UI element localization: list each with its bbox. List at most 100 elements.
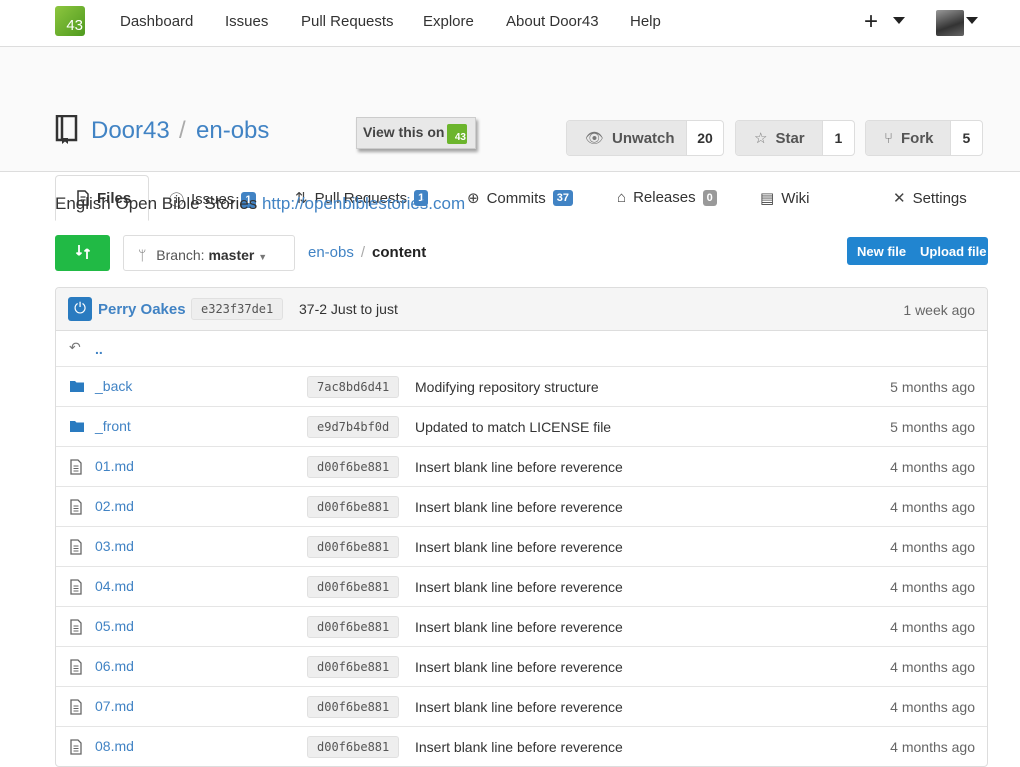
file-commit-sha[interactable]: d00f6be881 [307,736,400,758]
file-name-link[interactable]: 01.md [95,458,134,474]
file-commit-message[interactable]: Insert blank line before reverence [415,459,623,475]
file-commit-message[interactable]: Insert blank line before reverence [415,499,623,515]
file-row[interactable]: 06.md d00f6be881 Insert blank line before … [56,647,987,687]
releases-count-badge: 0 [702,189,717,206]
file-commit-message[interactable]: Insert blank line before reverence [415,739,623,755]
file-name-link[interactable]: 03.md [95,538,134,554]
file-name-link[interactable]: _back [95,378,132,394]
file-name-link[interactable]: 07.md [95,698,134,714]
compare-button[interactable] [55,235,110,271]
star-button[interactable]: ☆ Star [736,121,823,155]
file-row[interactable]: _back 7ac8bd6d41 Modifying repository stru… [56,367,987,407]
watch-count[interactable]: 20 [687,121,723,155]
repo-owner-link[interactable]: Door43 [91,117,170,145]
file-text-icon [69,579,83,598]
file-commit-sha[interactable]: d00f6be881 [307,576,400,598]
branch-selector[interactable]: ᛘ Branch: master ▼ [123,235,295,271]
file-row[interactable]: 04.md d00f6be881 Insert blank line before … [56,567,987,607]
door43-logo[interactable]: 43 [55,6,85,36]
tab-commits-label: Commits [486,189,546,207]
nav-about-door43[interactable]: About Door43 [506,13,599,30]
file-name-link[interactable]: _front [95,418,131,434]
user-dropdown-caret-icon[interactable] [966,17,978,24]
file-commit-message[interactable]: Insert blank line before reverence [415,659,623,675]
create-dropdown-caret-icon[interactable] [893,17,905,24]
file-commit-message[interactable]: Insert blank line before reverence [415,619,623,635]
fork-button-group[interactable]: ⑂ Fork 5 [865,120,983,156]
upload-file-button[interactable]: Upload file [910,237,986,265]
file-commit-message[interactable]: Updated to match LICENSE file [415,419,611,435]
user-avatar[interactable] [936,10,964,36]
file-commit-time: 4 months ago [890,619,975,635]
breadcrumb-current: content [372,244,427,261]
fork-count[interactable]: 5 [951,121,982,155]
repo-description-text: English Open Bible Stories [55,194,258,213]
folder-icon [69,419,85,436]
branch-name: master [208,247,255,263]
file-row[interactable]: _front e9d7b4bf0d Updated to match LICENSE… [56,407,987,447]
breadcrumb-root-link[interactable]: en-obs [308,244,354,261]
tab-wiki[interactable]: ▤ Wiki [760,189,810,208]
file-name-link[interactable]: 04.md [95,578,134,594]
file-row[interactable]: 08.md d00f6be881 Insert blank line before … [56,727,987,766]
file-name-link[interactable]: 05.md [95,618,134,634]
folder-icon [69,379,85,396]
unwatch-button-group[interactable]: 👁 Unwatch 20 [566,120,724,156]
nav-issues[interactable]: Issues [225,13,268,30]
top-navigation: 43 Dashboard Issues Pull Requests Explor… [0,0,1020,47]
file-commit-sha[interactable]: d00f6be881 [307,616,400,638]
nav-dashboard[interactable]: Dashboard [120,13,193,30]
star-button-group[interactable]: ☆ Star 1 [735,120,855,156]
repo-name-link[interactable]: en-obs [196,117,269,145]
file-commit-message[interactable]: Insert blank line before reverence [415,539,623,555]
latest-commit-sha[interactable]: e323f37de1 [191,298,284,320]
file-row[interactable]: 02.md d00f6be881 Insert blank line before … [56,487,987,527]
file-text-icon [69,699,83,718]
file-commit-time: 5 months ago [890,379,975,395]
file-commit-sha[interactable]: d00f6be881 [307,456,400,478]
branch-caret-icon: ▼ [258,252,268,262]
file-name-link[interactable]: 08.md [95,738,134,754]
file-name-link[interactable]: 06.md [95,658,134,674]
file-row[interactable]: 07.md d00f6be881 Insert blank line before … [56,687,987,727]
history-icon: ⊕ [467,190,480,207]
file-commit-time: 4 months ago [890,459,975,475]
nav-pull-requests[interactable]: Pull Requests [301,13,394,30]
star-count[interactable]: 1 [823,121,854,155]
file-commit-sha[interactable]: 7ac8bd6d41 [307,376,400,398]
tab-settings[interactable]: ✕ Settings [893,189,967,208]
file-row[interactable]: 05.md d00f6be881 Insert blank line before … [56,607,987,647]
fork-icon: ⑂ [884,129,894,147]
view-on-door43-button[interactable]: View this on 43 [356,117,476,149]
tab-releases[interactable]: ⌂ Releases 0 [617,189,717,206]
book-open-icon: ▤ [760,190,775,207]
file-commit-message[interactable]: Insert blank line before reverence [415,579,623,595]
file-row[interactable]: 03.md d00f6be881 Insert blank line before … [56,527,987,567]
fork-label: Fork [901,129,934,147]
parent-directory-link[interactable]: .. [95,341,103,357]
file-row[interactable]: 01.md d00f6be881 Insert blank line before … [56,447,987,487]
star-label: Star [775,129,805,147]
power-icon[interactable]: ⏻ [68,297,92,321]
latest-commit-time: 1 week ago [903,302,975,318]
file-commit-sha[interactable]: d00f6be881 [307,696,400,718]
file-commit-sha[interactable]: d00f6be881 [307,496,400,518]
commit-author-link[interactable]: Perry Oakes [98,301,186,318]
file-name-link[interactable]: 02.md [95,498,134,514]
file-commit-sha[interactable]: d00f6be881 [307,536,400,558]
fork-button[interactable]: ⑂ Fork [866,121,951,155]
file-commit-sha[interactable]: e9d7b4bf0d [307,416,400,438]
nav-help[interactable]: Help [630,13,661,30]
nav-explore[interactable]: Explore [423,13,474,30]
create-new-icon[interactable]: + [864,8,878,36]
file-commit-message[interactable]: Insert blank line before reverence [415,699,623,715]
file-commit-sha[interactable]: d00f6be881 [307,656,400,678]
file-commit-message[interactable]: Modifying repository structure [415,379,599,395]
unwatch-button[interactable]: 👁 Unwatch [567,121,687,155]
repo-website-link[interactable]: http://openbiblestories.com [262,194,465,213]
parent-directory-row[interactable]: ↶ .. [56,331,987,367]
tab-commits[interactable]: ⊕ Commits 37 [467,189,573,207]
star-icon: ☆ [754,130,768,147]
new-file-button[interactable]: New file [847,237,910,265]
file-text-icon [69,459,83,478]
